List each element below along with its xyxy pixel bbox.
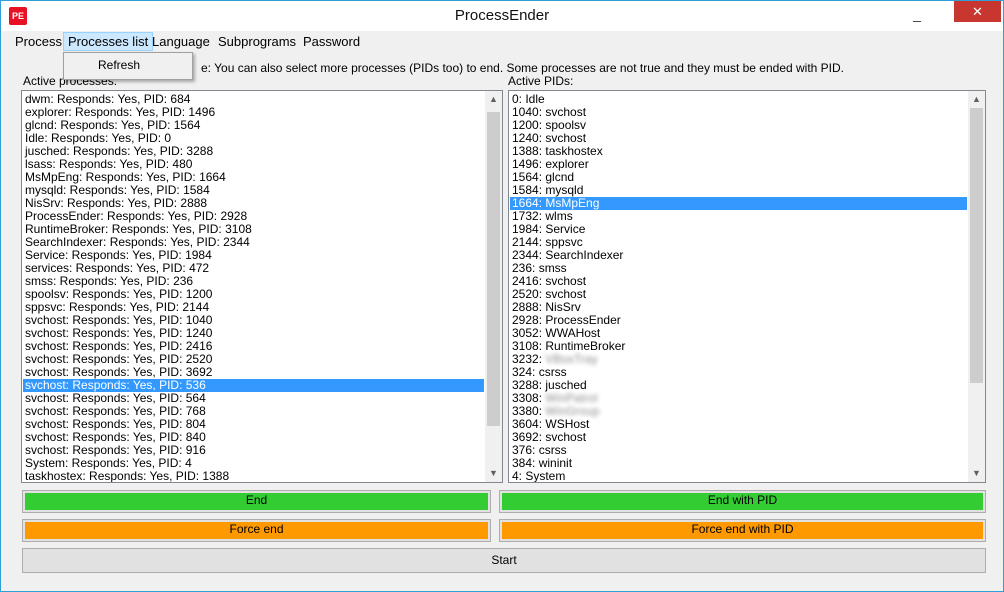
menu-bar: Process Processes list Language Subprogr… xyxy=(1,31,1003,52)
menu-subprograms[interactable]: Subprograms xyxy=(214,33,300,50)
pid-item-text: 1496: explorer xyxy=(512,157,589,171)
force-end-with-pid-button-label: Force end with PID xyxy=(502,522,983,539)
hint-text: e: You can also select more processes (P… xyxy=(201,61,845,75)
pid-item-text: 3108: RuntimeBroker xyxy=(512,339,626,353)
menu-password[interactable]: Password xyxy=(299,33,364,50)
pids-rows: 0: Idle 1040: svchost 1200: spoolsv 1240: s… xyxy=(510,92,967,483)
pid-item-text: 3052: WWAHost xyxy=(512,326,601,340)
pid-item-text: 2416: svchost xyxy=(512,274,587,288)
pids-listbox[interactable]: 0: Idle 1040: svchost 1200: spoolsv 1240: s… xyxy=(508,90,986,483)
force-end-button[interactable]: Force end xyxy=(22,519,491,542)
pid-item-text: 1200: spoolsv xyxy=(512,118,587,132)
processes-listbox[interactable]: dwm: Responds: Yes, PID: 684 explorer: Re… xyxy=(21,90,503,483)
end-button[interactable]: End xyxy=(22,490,491,513)
pid-list-item[interactable]: 4: System xyxy=(510,470,967,483)
window-title: ProcessEnder xyxy=(454,7,550,24)
pid-item-text: 2144: sppsvc xyxy=(512,235,583,249)
pid-list-item[interactable]: 3232: VBoxTray xyxy=(510,353,967,366)
pid-list-item[interactable]: 1664: MsMpEng xyxy=(510,197,967,210)
process-list-item[interactable]: taskhostex: Responds: Yes, PID: 1388 xyxy=(23,470,484,483)
pid-item-text: 324: csrss xyxy=(512,365,567,379)
pid-item-text: 1240: svchost xyxy=(512,131,587,145)
pid-item-text: 1664: MsMpEng xyxy=(512,196,600,210)
active-pids-label: Active PIDs: xyxy=(508,74,574,88)
menu-processes-list[interactable]: Processes list xyxy=(63,32,154,51)
pid-item-text: 0: Idle xyxy=(512,92,545,106)
menu-item-refresh[interactable]: Refresh xyxy=(98,58,140,72)
start-button[interactable]: Start xyxy=(22,548,986,573)
pid-item-text: 236: smss xyxy=(512,261,567,275)
scroll-down-icon[interactable]: ▼ xyxy=(968,465,985,482)
pid-list-item[interactable]: 384: wininit xyxy=(510,457,967,470)
scroll-down-icon[interactable]: ▼ xyxy=(485,465,502,482)
start-button-label: Start xyxy=(25,551,983,570)
scroll-thumb[interactable] xyxy=(970,108,983,383)
pid-item-text: 2520: svchost xyxy=(512,287,587,301)
pid-item-text: 1564: glcnd xyxy=(512,170,575,184)
pid-item-text: 3604: WSHost xyxy=(512,417,590,431)
pid-list-item[interactable]: 1496: explorer xyxy=(510,158,967,171)
processes-rows: dwm: Responds: Yes, PID: 684 explorer: Re… xyxy=(23,93,484,483)
processes-list-dropdown: Refresh xyxy=(63,52,193,80)
title-bar: PE ProcessEnder _ ✕ xyxy=(1,1,1003,31)
pid-item-text: 1388: taskhostex xyxy=(512,144,603,158)
pid-item-text: 2344: SearchIndexer xyxy=(512,248,624,262)
close-icon[interactable]: ✕ xyxy=(954,1,1001,22)
scroll-thumb[interactable] xyxy=(487,112,500,427)
app-window: PE ProcessEnder _ ✕ Process Processes li… xyxy=(0,0,1004,592)
pid-item-text: 4: System xyxy=(512,469,566,483)
pid-item-text: 1732: wlms xyxy=(512,209,573,223)
pid-item-text: 3308: xyxy=(512,391,546,405)
pid-list-item[interactable]: 3692: svchost xyxy=(510,431,967,444)
minimize-icon[interactable]: _ xyxy=(907,7,927,24)
pid-item-blurred-name: WinGroup xyxy=(545,404,600,418)
pid-item-text: 1584: mysqld xyxy=(512,183,584,197)
pid-item-text: 3232: xyxy=(512,352,546,366)
scroll-up-icon[interactable]: ▲ xyxy=(485,91,502,108)
end-button-label: End xyxy=(25,493,488,510)
scroll-up-icon[interactable]: ▲ xyxy=(968,91,985,108)
force-end-with-pid-button[interactable]: Force end with PID xyxy=(499,519,986,542)
pid-item-text: 3692: svchost xyxy=(512,430,587,444)
pid-item-text: 1040: svchost xyxy=(512,105,587,119)
pid-item-blurred-name: VBoxTray xyxy=(545,352,598,366)
pid-item-text: 376: csrss xyxy=(512,443,567,457)
pid-item-text: 3380: xyxy=(512,404,546,418)
pid-list-item[interactable]: 376: csrss xyxy=(510,444,967,457)
menu-process[interactable]: Process xyxy=(11,33,66,50)
end-with-pid-button[interactable]: End with PID xyxy=(499,490,986,513)
menu-language[interactable]: Language xyxy=(148,33,214,50)
pid-item-text: 2888: NisSrv xyxy=(512,300,581,314)
pid-item-text: 1984: Service xyxy=(512,222,586,236)
pid-item-text: 384: wininit xyxy=(512,456,573,470)
processes-scrollbar[interactable]: ▲ ▼ xyxy=(485,91,502,482)
pids-scrollbar[interactable]: ▲ ▼ xyxy=(968,91,985,482)
pid-list-item[interactable]: 2344: SearchIndexer xyxy=(510,249,967,262)
pid-item-blurred-name: WinPatrol xyxy=(545,391,598,405)
pid-item-text: 3288: jusched xyxy=(512,378,587,392)
end-with-pid-button-label: End with PID xyxy=(502,493,983,510)
pid-item-text: 2928: ProcessEnder xyxy=(512,313,621,327)
force-end-button-label: Force end xyxy=(25,522,488,539)
